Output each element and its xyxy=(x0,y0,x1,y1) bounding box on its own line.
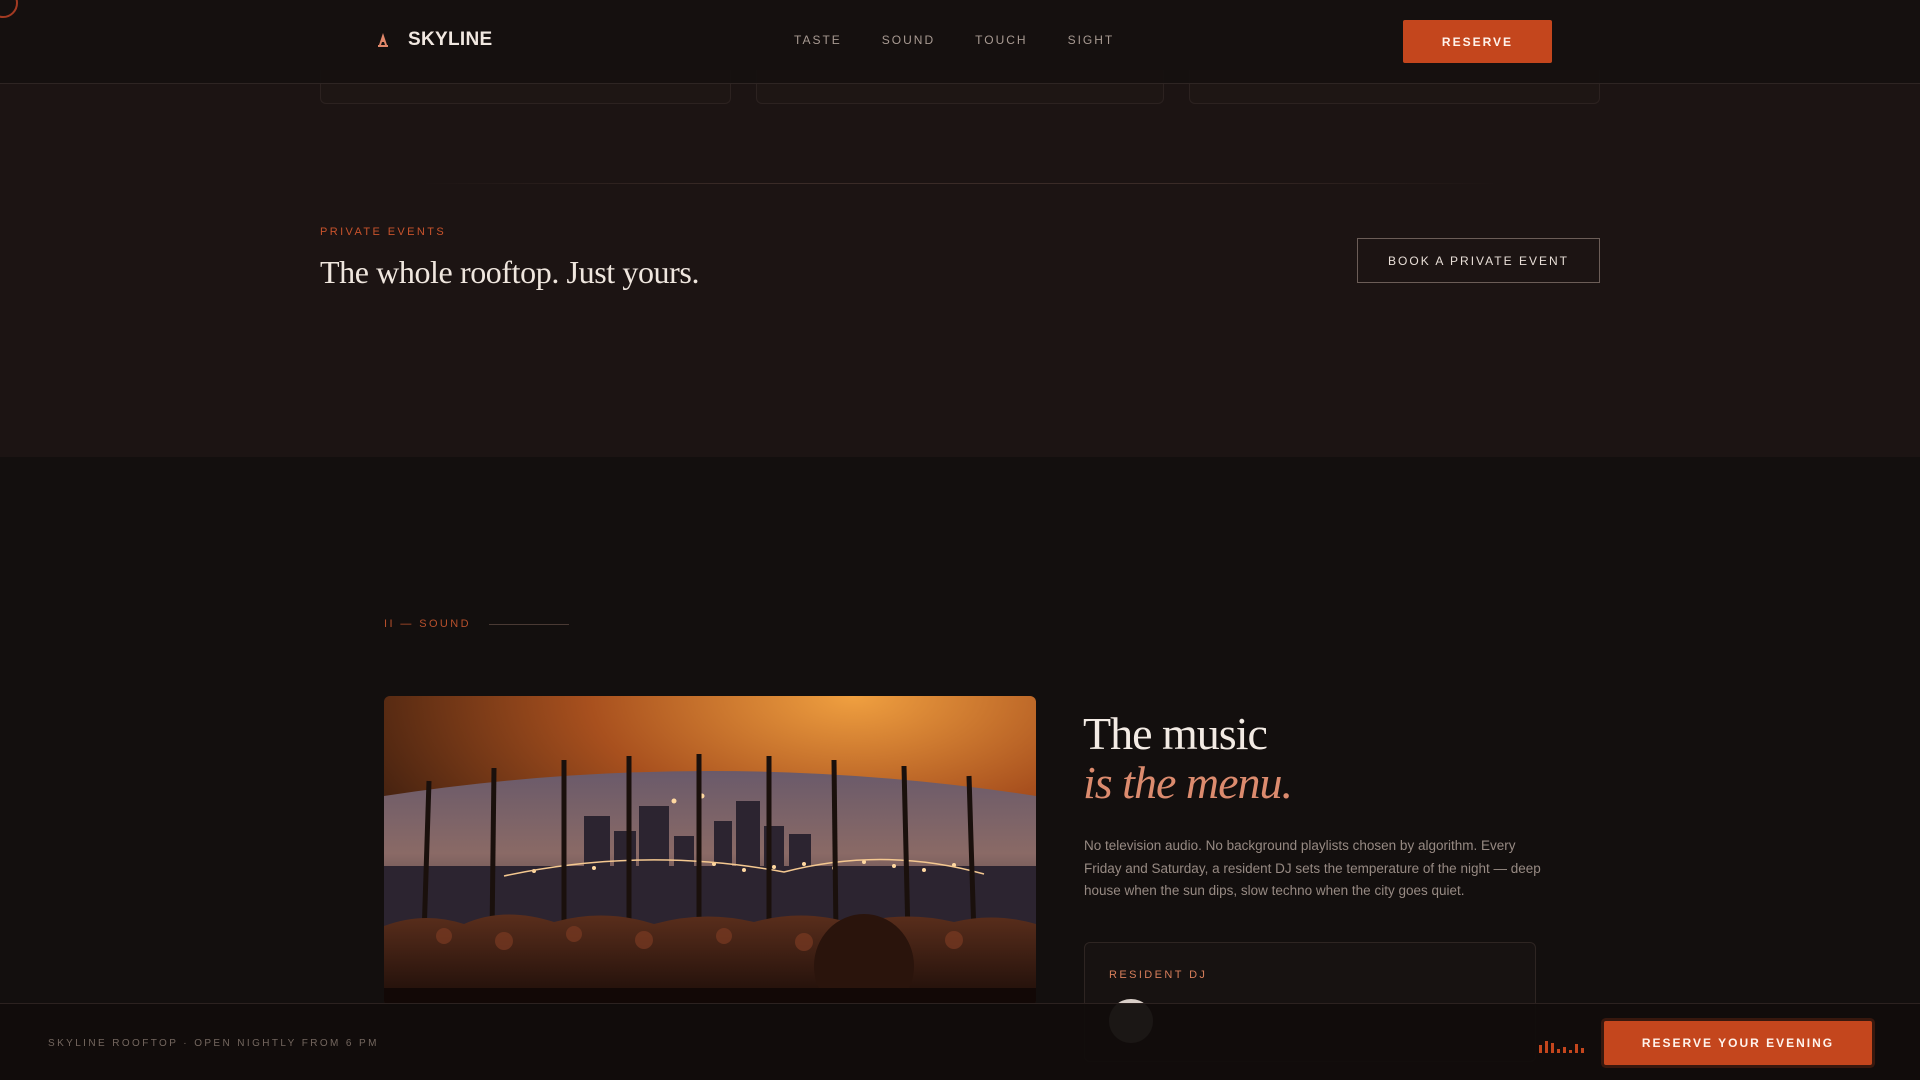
music-description: No television audio. No background playl… xyxy=(1084,838,1541,898)
music-title-line2: is the menu. xyxy=(1083,757,1293,808)
reserve-evening-button[interactable]: RESERVE YOUR EVENING xyxy=(1604,1021,1872,1065)
brand-name: SKYLINE xyxy=(408,29,493,50)
nav-item-touch[interactable]: TOUCH xyxy=(975,33,1027,47)
private-events-title: The whole rooftop. Just yours. xyxy=(320,254,700,290)
main-nav: TASTE SOUND TOUCH SIGHT xyxy=(794,33,1154,47)
nav-item-taste[interactable]: TASTE xyxy=(794,33,842,47)
nav-item-sound[interactable]: SOUND xyxy=(882,33,935,47)
nav-item-sight[interactable]: SIGHT xyxy=(1068,33,1115,47)
book-private-event-button[interactable]: BOOK A PRIVATE EVENT xyxy=(1357,238,1600,283)
sound-eyebrow: II — SOUND xyxy=(384,618,569,630)
section-divider xyxy=(420,183,1500,184)
resident-dj-label: RESIDENT DJ xyxy=(1109,969,1208,981)
private-events-eyebrow: PRIVATE EVENTS xyxy=(320,226,447,238)
site-header: SKYLINE TASTE SOUND TOUCH SIGHT RESERVE xyxy=(0,0,1920,84)
reserve-button[interactable]: RESERVE xyxy=(1403,20,1552,63)
rooftop-dj-crowd-photo xyxy=(384,696,1036,1006)
corner-ring-decoration xyxy=(0,0,18,18)
sound-eyebrow-label: II — SOUND xyxy=(384,618,471,630)
tower-icon xyxy=(378,33,388,47)
logo[interactable]: SKYLINE xyxy=(376,29,492,51)
equalizer-icon[interactable] xyxy=(1539,1039,1585,1053)
sticky-footer-bar: SKYLINE ROOFTOP · OPEN NIGHTLY FROM 6 PM… xyxy=(0,1003,1920,1080)
footer-info-text: SKYLINE ROOFTOP · OPEN NIGHTLY FROM 6 PM xyxy=(48,1038,379,1049)
eyebrow-rule xyxy=(488,623,569,625)
music-title-line1: The music xyxy=(1083,708,1268,759)
